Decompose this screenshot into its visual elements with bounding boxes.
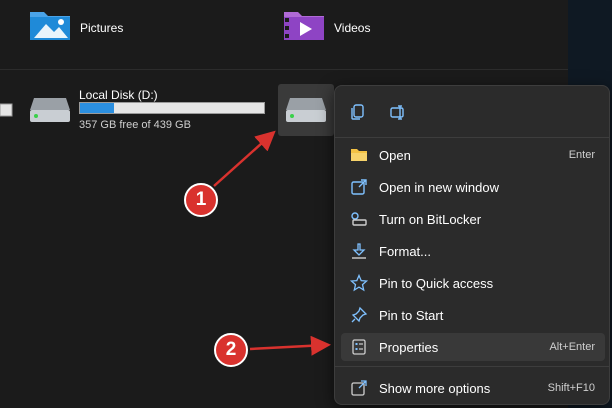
annotation-arrow-2 [249,335,331,356]
annotation-badge-2: 2 [214,333,248,367]
annotation-badge-1: 1 [184,183,218,217]
annotation-arrow-1 [213,130,276,187]
annotation-arrows [213,130,331,356]
